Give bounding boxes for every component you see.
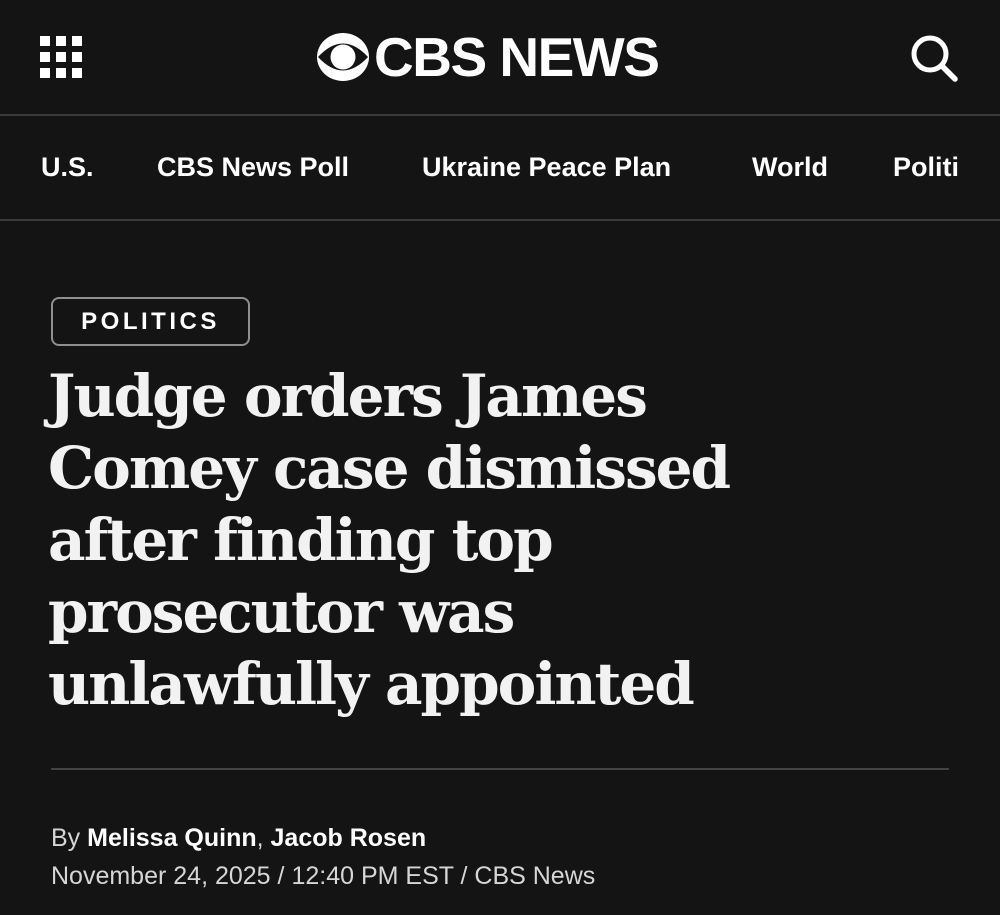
cbs-news-logo[interactable]: CBS NEWS	[316, 25, 686, 89]
cbs-eye-icon	[317, 33, 369, 81]
byline-prefix: By	[51, 824, 81, 852]
nav-item-politics[interactable]: Politics	[893, 116, 960, 219]
byline: By Melissa Quinn, Jacob Rosen	[51, 820, 426, 856]
nav-divider	[0, 219, 1000, 221]
top-bar: CBS NEWS	[0, 0, 1000, 114]
menu-button[interactable]	[38, 34, 84, 80]
section-nav: U.S. CBS News Poll Ukraine Peace Plan Wo…	[0, 116, 1000, 219]
dateline: November 24, 2025 / 12:40 PM EST / CBS N…	[51, 858, 595, 894]
publish-time: 12:40 PM EST	[291, 862, 454, 890]
meta-separator: /	[453, 862, 475, 890]
author-link[interactable]: Jacob Rosen	[271, 824, 427, 852]
source-name: CBS News	[474, 862, 596, 890]
article-headline: Judge orders James Comey case dismissed …	[48, 362, 731, 718]
publish-date: November 24, 2025	[51, 862, 271, 890]
category-badge[interactable]: POLITICS	[51, 297, 250, 346]
nav-item-ukraine-peace-plan[interactable]: Ukraine Peace Plan	[422, 116, 671, 219]
logo-text: CBS NEWS	[374, 25, 660, 88]
meta-separator: /	[270, 862, 292, 890]
nav-item-us[interactable]: U.S.	[41, 116, 94, 219]
author-link[interactable]: Melissa Quinn	[87, 824, 256, 852]
search-button[interactable]	[908, 32, 960, 84]
author-separator: ,	[256, 824, 264, 852]
grid-menu-icon	[40, 36, 82, 78]
nav-item-cbs-news-poll[interactable]: CBS News Poll	[157, 116, 349, 219]
article-divider	[51, 768, 949, 770]
search-icon	[911, 35, 958, 82]
nav-item-world[interactable]: World	[752, 116, 828, 219]
